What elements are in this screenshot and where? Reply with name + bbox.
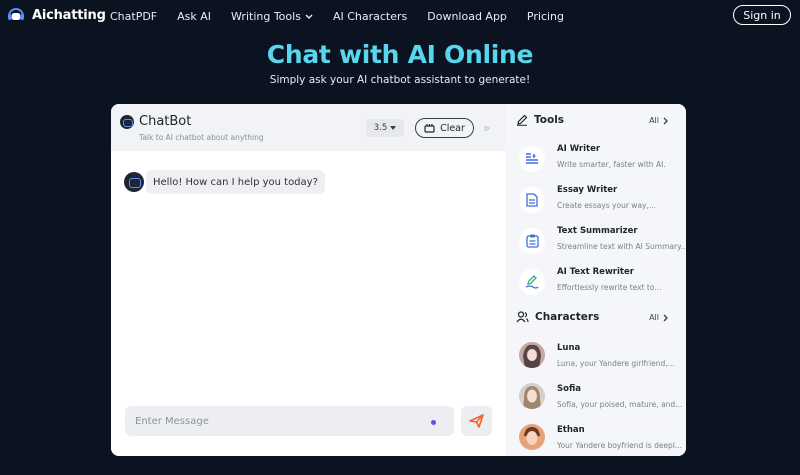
tool-item-text-summarizer[interactable]: Text Summarizer Streamline text with AI … xyxy=(516,226,686,264)
collapse-sidebar-icon[interactable]: » xyxy=(483,121,490,135)
chat-header: ChatBot Talk to AI chatbot about anythin… xyxy=(111,104,506,151)
characters-heading-label: Characters xyxy=(535,311,600,323)
ai-writer-icon xyxy=(519,146,545,172)
chevron-down-icon xyxy=(305,14,313,19)
tool-desc: Effortlessly rewrite text to... xyxy=(557,283,662,292)
tool-item-essay-writer[interactable]: Essay Writer Create essays your way,... xyxy=(516,185,681,223)
chatbot-icon xyxy=(120,115,134,129)
character-name: Ethan xyxy=(557,425,585,435)
bot-message: Hello! How can I help you today? xyxy=(146,170,325,194)
nav-link-chatpdf[interactable]: ChatPDF xyxy=(110,10,157,23)
tool-desc: Write smarter, faster with AI. xyxy=(557,160,666,169)
avatar xyxy=(519,383,545,409)
tool-desc: Streamline text with AI Summary... xyxy=(557,242,686,251)
avatar xyxy=(519,342,545,368)
nav-link-download-app[interactable]: Download App xyxy=(427,10,507,23)
tool-name: AI Writer xyxy=(557,144,601,154)
nav-link-writing-tools[interactable]: Writing Tools xyxy=(231,10,313,23)
characters-all-label: All xyxy=(649,313,659,322)
character-desc: Luna, your Yandere girlfriend,... xyxy=(557,359,675,368)
chevron-right-icon xyxy=(663,117,668,124)
chat-card: ChatBot Talk to AI chatbot about anythin… xyxy=(111,104,686,456)
nav-link-ai-characters[interactable]: AI Characters xyxy=(333,10,407,23)
bot-avatar xyxy=(124,172,144,192)
character-desc: Your Yandere boyfriend is deepl... xyxy=(557,441,683,450)
page-title: Chat with AI Online xyxy=(266,40,534,69)
characters-all-link[interactable]: All xyxy=(649,313,668,322)
tools-heading: Tools xyxy=(516,114,564,126)
tool-item-ai-text-rewriter[interactable]: AI Text Rewriter Effortlessly rewrite te… xyxy=(516,267,681,305)
character-item-luna[interactable]: Luna Luna, your Yandere girlfriend,... xyxy=(516,342,681,376)
avatar xyxy=(519,424,545,450)
document-icon xyxy=(519,187,545,213)
clear-label: Clear xyxy=(440,122,465,134)
chevron-right-icon xyxy=(663,314,668,321)
message-input[interactable]: Enter Message xyxy=(125,406,454,436)
tool-item-ai-writer[interactable]: AI Writer Write smarter, faster with AI. xyxy=(516,144,681,182)
clipboard-icon xyxy=(519,228,545,254)
model-selector[interactable]: 3.5 xyxy=(366,119,404,137)
send-button[interactable] xyxy=(461,406,492,436)
clear-button[interactable]: Clear xyxy=(415,118,474,138)
top-nav: Aichatting ChatPDF Ask AI Writing Tools … xyxy=(0,0,800,34)
tool-name: AI Text Rewriter xyxy=(557,267,634,277)
nav-link-pricing[interactable]: Pricing xyxy=(527,10,564,23)
nav-link-ask-ai[interactable]: Ask AI xyxy=(177,10,211,23)
character-desc: Sofia, your poised, mature, and... xyxy=(557,400,683,409)
sign-in-button[interactable]: Sign in xyxy=(733,5,791,25)
chat-panel: ChatBot Talk to AI chatbot about anythin… xyxy=(111,104,506,456)
tools-all-link[interactable]: All xyxy=(649,116,668,125)
nav-link-writing-tools-label: Writing Tools xyxy=(231,10,301,23)
send-icon xyxy=(469,414,484,428)
character-name: Luna xyxy=(557,343,581,353)
sidebar: Tools All AI Writer Write smarter, faste… xyxy=(506,104,686,456)
rewrite-icon xyxy=(519,269,545,295)
brand-name: Aichatting xyxy=(32,7,106,23)
character-name: Sofia xyxy=(557,384,581,394)
caret-down-icon xyxy=(390,126,397,130)
broom-icon xyxy=(424,124,435,133)
character-item-sofia[interactable]: Sofia Sofia, your poised, mature, and... xyxy=(516,383,683,417)
character-item-ethan[interactable]: Ethan Your Yandere boyfriend is deepl... xyxy=(516,424,683,456)
model-value: 3.5 xyxy=(373,123,388,133)
pen-icon xyxy=(517,114,528,126)
tool-name: Essay Writer xyxy=(557,185,618,195)
page-subtitle: Simply ask your AI chatbot assistant to … xyxy=(269,74,531,86)
tools-heading-label: Tools xyxy=(534,114,565,126)
chat-title: ChatBot xyxy=(139,114,192,129)
chat-subtitle: Talk to AI chatbot about anything xyxy=(139,133,264,142)
users-icon xyxy=(516,311,529,323)
voice-indicator-icon xyxy=(431,420,436,425)
brand-logo[interactable]: Aichatting xyxy=(6,7,106,23)
characters-heading: Characters xyxy=(516,311,599,323)
tool-desc: Create essays your way,... xyxy=(557,201,657,210)
logo-icon xyxy=(8,8,24,20)
tool-name: Text Summarizer xyxy=(557,226,638,236)
tools-all-label: All xyxy=(649,116,659,125)
